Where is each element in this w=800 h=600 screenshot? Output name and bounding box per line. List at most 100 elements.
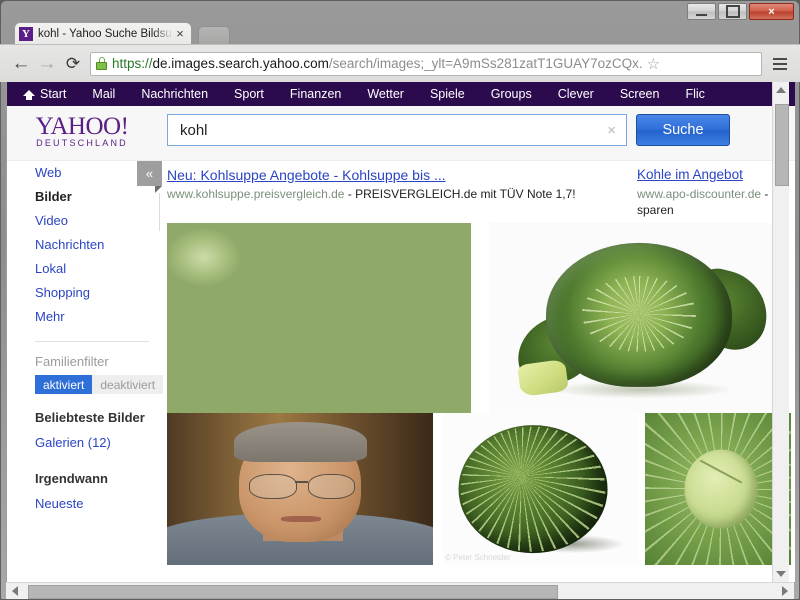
- savoy-cabbage-image: [489, 223, 789, 413]
- ad-title[interactable]: Neu: Kohlsuppe Angebote - Kohlsuppe bis …: [167, 166, 629, 184]
- horizontal-scroll-thumb[interactable]: [28, 585, 558, 599]
- image-row: © Peter Schneider: [167, 413, 795, 565]
- browser-window: × Y kohl - Yahoo Suche Bildsu × ← → ⟳ ht…: [0, 0, 800, 600]
- reload-button[interactable]: ⟳: [60, 51, 86, 77]
- back-arrow-icon: ←: [11, 52, 31, 74]
- image-results-grid: © Peter Schneider: [167, 223, 795, 565]
- scroll-up-arrow-icon[interactable]: [776, 87, 786, 93]
- sidebar-item-shopping[interactable]: Shopping: [35, 281, 159, 305]
- yahoo-logo-subtitle: DEUTSCHLAND: [36, 138, 128, 148]
- url-host: de.images.search.yahoo.com: [152, 56, 329, 71]
- search-box[interactable]: ×: [167, 114, 627, 146]
- ynav-item-groups[interactable]: Groups: [491, 87, 532, 101]
- popular-images-heading: Beliebteste Bilder: [35, 410, 145, 425]
- browser-tab[interactable]: Y kohl - Yahoo Suche Bildsu ×: [14, 22, 192, 44]
- lock-icon: [96, 57, 107, 70]
- reload-icon: ⟳: [65, 53, 81, 73]
- ynav-item-sport[interactable]: Sport: [234, 87, 264, 101]
- collapse-connector-line: [159, 193, 160, 231]
- ynav-item-clever[interactable]: Clever: [558, 87, 594, 101]
- ynav-item-nachrichten[interactable]: Nachrichten: [141, 87, 208, 101]
- yahoo-top-nav: Start Mail Nachrichten Sport Finanzen We…: [7, 82, 795, 106]
- minimize-button[interactable]: [687, 3, 716, 20]
- scroll-down-arrow-icon[interactable]: [776, 571, 786, 577]
- results-column: Neu: Kohlsuppe Angebote - Kohlsuppe bis …: [167, 161, 795, 582]
- url-path: /search/images;_ylt=A9mSs281zatT1GUAY7oz…: [328, 56, 643, 71]
- sidebar-divider: [35, 341, 149, 342]
- browser-menu-button[interactable]: [768, 51, 792, 77]
- vertical-scroll-thumb[interactable]: [775, 104, 789, 186]
- ads-row: Neu: Kohlsuppe Angebote - Kohlsuppe bis …: [167, 161, 795, 218]
- image-result-savoy-white[interactable]: [489, 223, 789, 413]
- search-input[interactable]: [178, 120, 604, 140]
- ad-title[interactable]: Kohle im Angebot: [637, 166, 787, 184]
- family-filter-off-button[interactable]: deaktiviert: [92, 375, 164, 394]
- browser-toolbar: ← → ⟳ https://de.images.search.yahoo.com…: [0, 44, 800, 82]
- sidebar-item-mehr[interactable]: Mehr: [35, 305, 159, 329]
- address-bar[interactable]: https://de.images.search.yahoo.com/searc…: [90, 51, 762, 76]
- ad-url: www.kohlsuppe.preisvergleich.de: [167, 187, 345, 201]
- helmut-kohl-portrait-image: [167, 413, 433, 565]
- scroll-right-arrow-icon[interactable]: [782, 586, 788, 596]
- yahoo-logo[interactable]: YAHOO! DEUTSCHLAND: [27, 113, 137, 149]
- ynav-item-spiele[interactable]: Spiele: [430, 87, 465, 101]
- hamburger-menu-icon: [773, 57, 787, 60]
- image-row: [167, 223, 795, 413]
- search-content: Web Bilder Video Nachrichten Lokal Shopp…: [7, 161, 795, 582]
- clear-search-icon[interactable]: ×: [603, 122, 620, 139]
- ad-description: - PREISVERGLEICH.de mit TÜV Note 1,7!: [347, 187, 576, 201]
- page-viewport: Start Mail Nachrichten Sport Finanzen We…: [6, 82, 795, 582]
- home-icon: [23, 90, 35, 100]
- ad-url: www.apo-discounter.de: [637, 187, 762, 201]
- ad-item[interactable]: Kohle im Angebot www.apo-discounter.de -…: [637, 161, 787, 218]
- popular-images-block: Beliebteste Bilder Galerien (12): [35, 410, 159, 455]
- close-button[interactable]: ×: [749, 3, 794, 20]
- forward-button[interactable]: →: [34, 51, 60, 77]
- anytime-heading: Irgendwann: [35, 471, 108, 486]
- ynav-item-start[interactable]: Start: [23, 87, 66, 101]
- vertical-scrollbar[interactable]: [772, 82, 789, 582]
- family-filter-heading: Familienfilter: [35, 354, 109, 369]
- url-text: https://de.images.search.yahoo.com/searc…: [112, 56, 643, 71]
- horizontal-scrollbar[interactable]: [6, 582, 794, 599]
- yahoo-search-header: YAHOO! DEUTSCHLAND × Suche: [7, 106, 795, 161]
- sidebar-item-lokal[interactable]: Lokal: [35, 257, 159, 281]
- tab-close-icon[interactable]: ×: [173, 27, 187, 40]
- minimize-icon: [696, 11, 707, 16]
- image-result-cabbage-leaves[interactable]: [645, 413, 791, 565]
- search-submit-button[interactable]: Suche: [636, 114, 730, 146]
- newest-link[interactable]: Neueste: [35, 492, 159, 516]
- collapse-pointer: [155, 186, 162, 193]
- sidebar-item-bilder[interactable]: Bilder: [35, 185, 159, 209]
- ynav-item-flickr[interactable]: Flic: [685, 87, 704, 101]
- scroll-left-arrow-icon[interactable]: [12, 586, 18, 596]
- back-button[interactable]: ←: [8, 51, 34, 77]
- family-filter-on-button[interactable]: aktiviert: [35, 375, 93, 394]
- bookmark-star-icon[interactable]: ☆: [647, 55, 660, 73]
- ynav-item-finanzen[interactable]: Finanzen: [290, 87, 341, 101]
- ynav-item-mail[interactable]: Mail: [92, 87, 115, 101]
- yahoo-favicon-icon: Y: [19, 26, 33, 41]
- maximize-button[interactable]: [718, 3, 747, 20]
- sidebar-collapse-button[interactable]: «: [137, 161, 162, 186]
- ynav-label: Start: [40, 87, 67, 101]
- ynav-item-wetter[interactable]: Wetter: [367, 87, 404, 101]
- galleries-link[interactable]: Galerien (12): [35, 431, 159, 455]
- url-scheme: https://: [112, 56, 153, 71]
- window-controls: ×: [687, 3, 794, 20]
- new-tab-button[interactable]: [198, 26, 230, 45]
- yahoo-logo-text: YAHOO!: [35, 113, 129, 140]
- close-icon: ×: [768, 5, 775, 18]
- cabbage-pile-image: [167, 223, 471, 413]
- ynav-item-screen[interactable]: Screen: [620, 87, 660, 101]
- image-result-cabbage-pile[interactable]: [167, 223, 471, 413]
- forward-arrow-icon: →: [37, 52, 57, 74]
- sidebar-item-nachrichten[interactable]: Nachrichten: [35, 233, 159, 257]
- image-result-portrait[interactable]: [167, 413, 433, 565]
- image-result-savoy-dark[interactable]: © Peter Schneider: [443, 413, 639, 565]
- ad-item[interactable]: Neu: Kohlsuppe Angebote - Kohlsuppe bis …: [167, 161, 637, 218]
- anytime-block: Irgendwann Neueste: [35, 471, 159, 516]
- sidebar-item-video[interactable]: Video: [35, 209, 159, 233]
- cabbage-leaves-image: [645, 413, 791, 565]
- ad-body: www.apo-discounter.de - sparen: [637, 186, 787, 218]
